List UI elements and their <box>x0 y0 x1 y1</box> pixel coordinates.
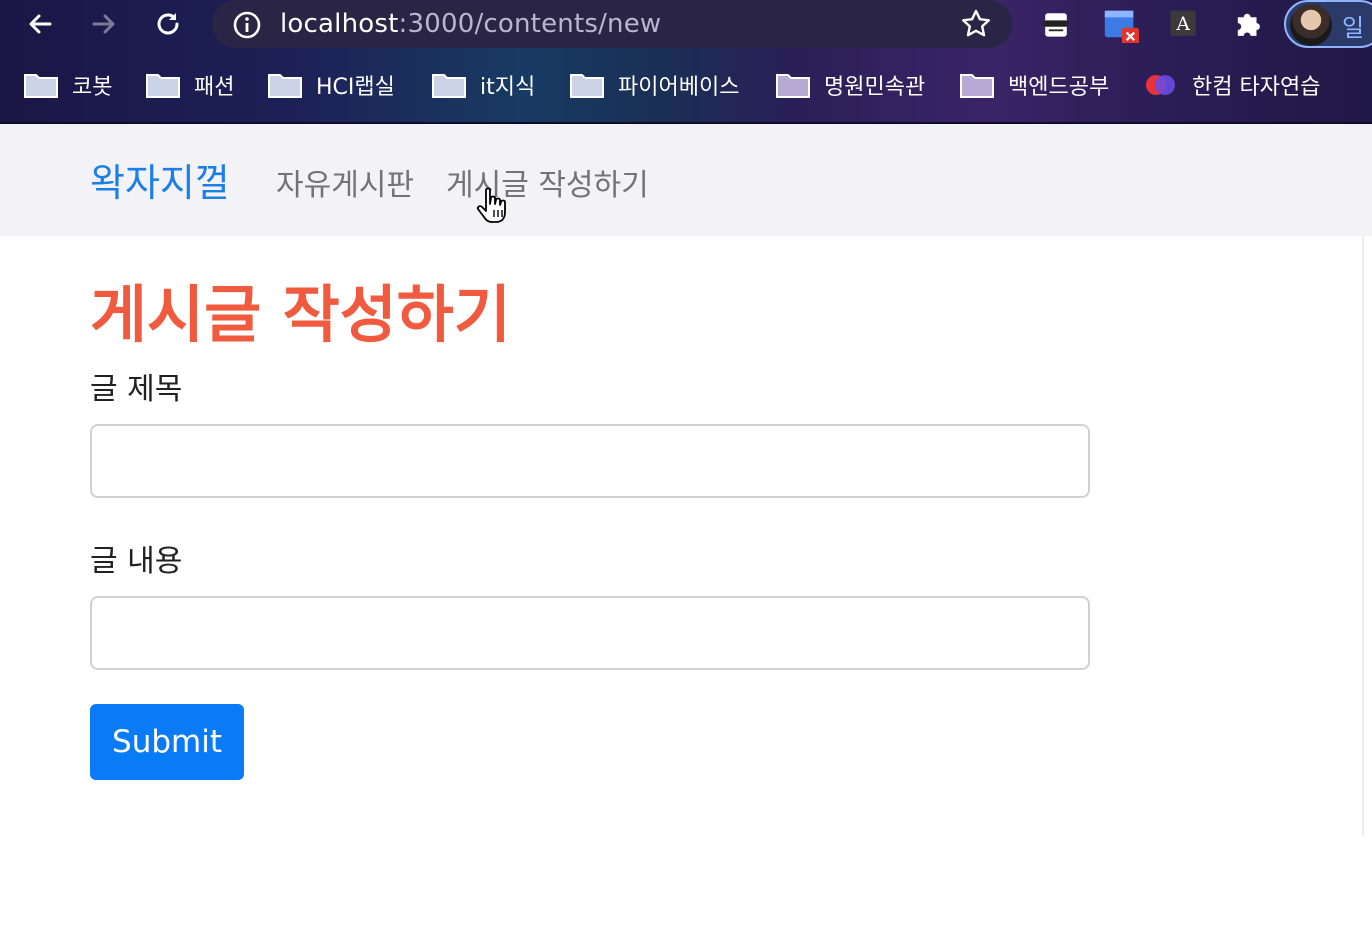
tab-manager-icon <box>1104 10 1139 43</box>
bookmark-label: 백엔드공부 <box>1008 75 1110 100</box>
browser-toolbar: localhost:3000/contents/new A 일 <box>0 0 1372 48</box>
submit-button[interactable]: Submit <box>90 704 244 780</box>
forward-arrow-icon <box>92 14 115 34</box>
nav-link-free-board[interactable]: 자유게시판 <box>276 160 414 204</box>
bookmark-label: 한컴 타자연습 <box>1192 75 1321 100</box>
puzzle-piece-icon <box>1237 13 1260 36</box>
browser-chrome: localhost:3000/contents/new A 일 코봇 패션 HC… <box>0 0 1372 124</box>
site-info-icon[interactable] <box>232 10 262 40</box>
tab-extension-button[interactable] <box>1100 4 1140 44</box>
folder-icon <box>24 74 58 98</box>
bookmark-item[interactable]: 코봇 <box>24 62 112 108</box>
avatar <box>1290 4 1332 46</box>
bookmark-label: 명원민속관 <box>824 75 926 100</box>
bookmark-star-icon[interactable] <box>960 8 992 40</box>
bookmarks-bar: 코봇 패션 HCI랩실 it지식 파이어베이스 명원민속관 백엔드공부 한컴 타… <box>0 62 1372 108</box>
hancom-icon <box>1146 75 1175 95</box>
back-arrow-icon <box>29 14 52 34</box>
profile-label: 일 <box>1342 14 1365 42</box>
folder-icon <box>268 74 302 98</box>
title-field-label: 글 제목 <box>90 372 183 407</box>
folder-icon <box>146 74 180 98</box>
page-title: 게시글 작성하기 <box>90 278 511 351</box>
bookmark-item[interactable]: 파이어베이스 <box>570 62 739 108</box>
content-field-label: 글 내용 <box>90 544 183 579</box>
bookmark-label: 코봇 <box>72 75 113 100</box>
hand-pointer-icon <box>476 187 506 223</box>
forward-button[interactable] <box>84 4 124 44</box>
incognito-extension-button[interactable] <box>1036 4 1076 44</box>
bookmark-label: 파이어베이스 <box>618 75 740 100</box>
bookmark-item[interactable]: it지식 <box>432 62 535 108</box>
brand-link[interactable]: 왁자지껄 <box>90 152 230 207</box>
bookmark-item[interactable]: 한컴 타자연습 <box>1144 62 1320 108</box>
content-input[interactable] <box>90 596 1090 670</box>
back-button[interactable] <box>20 4 60 44</box>
url-host: localhost <box>280 9 399 39</box>
spy-mask-icon <box>1043 13 1069 37</box>
dictionary-a-icon: A <box>1170 10 1196 36</box>
url-path: :3000/contents/new <box>398 9 662 39</box>
extensions-button[interactable] <box>1228 4 1268 44</box>
svg-text:A: A <box>1175 14 1190 35</box>
reload-button[interactable] <box>148 4 188 44</box>
address-bar[interactable]: localhost:3000/contents/new <box>212 0 1012 48</box>
bookmark-label: it지식 <box>480 75 536 100</box>
title-input[interactable] <box>90 424 1090 498</box>
reload-icon <box>157 13 179 35</box>
bookmark-item[interactable]: 백엔드공부 <box>960 62 1109 108</box>
bookmark-item[interactable]: 패션 <box>146 62 234 108</box>
folder-icon <box>570 74 604 98</box>
profile-button[interactable]: 일 <box>1284 0 1372 48</box>
bookmark-label: HCI랩실 <box>316 75 395 100</box>
folder-icon <box>776 74 810 98</box>
bookmark-label: 패션 <box>194 75 235 100</box>
bookmark-item[interactable]: HCI랩실 <box>268 62 395 108</box>
folder-icon <box>432 74 466 98</box>
page-edge-divider <box>1362 236 1364 836</box>
bookmark-item[interactable]: 명원민속관 <box>776 62 925 108</box>
folder-icon <box>960 74 994 98</box>
url-text: localhost:3000/contents/new <box>280 9 661 39</box>
dictionary-extension-button[interactable]: A <box>1164 4 1204 44</box>
